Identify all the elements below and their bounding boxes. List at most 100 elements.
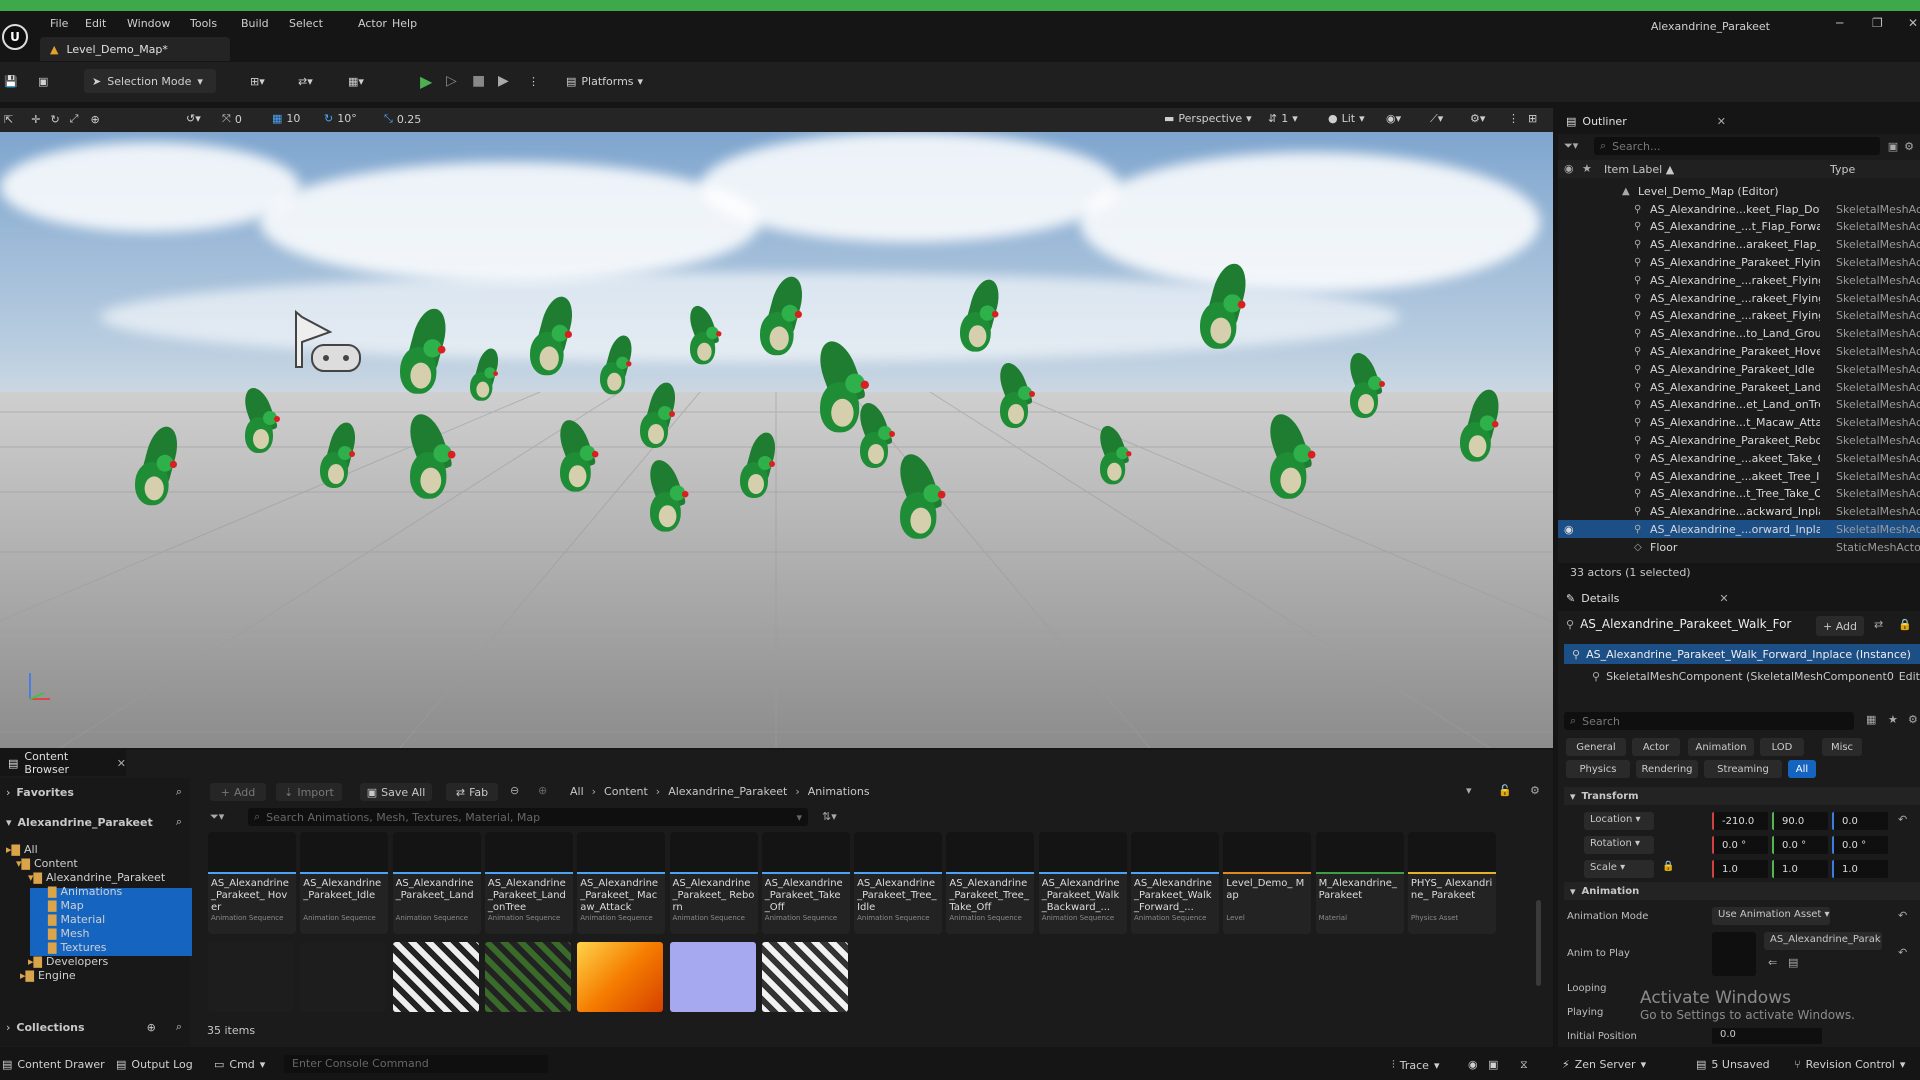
rotation-mode-dropdown[interactable]: Rotation ▾ — [1584, 836, 1654, 854]
save-icon[interactable]: 💾 — [4, 69, 18, 93]
menu-build[interactable]: Build — [241, 17, 269, 30]
grid-snap[interactable]: ▦ 10 — [272, 112, 300, 125]
filter-icon[interactable]: ⏷▾ — [1564, 139, 1594, 153]
menu-window[interactable]: Window — [127, 17, 170, 30]
reset-location-icon[interactable]: ↶ — [1898, 813, 1907, 826]
menu-file[interactable]: File — [50, 17, 68, 30]
outliner-row[interactable]: ⚲ AS_Alexandrine_...rakeet_Flying_1 Skelet… — [1558, 271, 1920, 289]
collections-header[interactable]: › Collections ⊕ ⌕ — [6, 1020, 182, 1034]
outliner-row[interactable]: ⚲ AS_Alexandrine_...rakeet_Flying_3 Skelet… — [1558, 307, 1920, 325]
filter-chip[interactable]: Physics — [1566, 760, 1630, 778]
outliner-row[interactable]: ⚲ AS_Alexandrine...arakeet_Flap_Up Skeleta… — [1558, 236, 1920, 254]
add-folder-icon[interactable]: ▣ — [1888, 140, 1898, 153]
table-view-icon[interactable]: ▦ — [1866, 713, 1876, 726]
close-icon[interactable]: ✕ — [1719, 592, 1728, 605]
outliner-row[interactable]: ⚲ AS_Alexandrine...t_Tree_Take_Off Skeleta… — [1558, 485, 1920, 503]
asset-scrollbar[interactable] — [1536, 900, 1541, 986]
col-type[interactable]: Type — [1830, 163, 1855, 176]
filter-chip[interactable]: General — [1566, 738, 1626, 756]
restore-button[interactable]: ❐ — [1872, 16, 1883, 30]
transform-tools[interactable]: ⇱ ✛ ↻ ⤢ ⊕ — [4, 112, 100, 126]
browse-asset-icon[interactable]: ⇐ — [1768, 956, 1777, 969]
rotation-field-z[interactable]: 0.0 ° — [1832, 836, 1888, 854]
outliner-row[interactable]: ⚲ AS_Alexandrine...et_Land_onTree Skeletal… — [1558, 396, 1920, 414]
path-dropdown-icon[interactable]: ▾ — [1466, 784, 1472, 797]
camera-speed[interactable]: ⇵ 1 ▾ — [1268, 112, 1298, 125]
breadcrumb-item[interactable]: Alexandrine_Parakeet — [668, 785, 787, 798]
outliner-row[interactable]: ⚲ AS_Alexandrine...to_Land_Ground Skeletal… — [1558, 325, 1920, 343]
filter-chip[interactable]: Rendering — [1636, 760, 1698, 778]
animation-section-header[interactable]: ▾ Animation — [1564, 882, 1920, 900]
texture-thumbnail[interactable] — [669, 942, 756, 1012]
play-button[interactable]: ▶ — [420, 69, 432, 93]
blueprint-icon[interactable]: ⇄▾ — [298, 69, 313, 93]
player-start-icon[interactable] — [290, 307, 370, 377]
tree-item[interactable]: ▇ Animations — [48, 885, 122, 898]
blueprint-add-icon[interactable]: ⇄ — [1874, 618, 1883, 631]
mesh-thumbnail[interactable] — [208, 942, 294, 1012]
asset-tile[interactable]: AS_Alexandrine _Parakeet_Walk _Backward_… — [1038, 832, 1127, 934]
console-input[interactable]: Enter Console Command — [284, 1055, 548, 1073]
texture-thumbnail[interactable] — [761, 942, 848, 1012]
texture-thumbnail[interactable] — [392, 942, 479, 1012]
search-icon[interactable]: ⌕ — [176, 1020, 182, 1034]
selection-mode-dropdown[interactable]: ➤ Selection Mode ▾ — [84, 69, 216, 93]
asset-tile[interactable]: AS_Alexandrine _Parakeet_Walk _Forward_.… — [1131, 832, 1219, 934]
show-flags[interactable]: ◉▾ — [1386, 112, 1401, 125]
edit-link[interactable]: Edit — [1899, 670, 1920, 683]
filter-chip[interactable]: Streaming — [1704, 760, 1782, 778]
search-icon[interactable]: ⌕ — [176, 785, 182, 799]
sort-icon[interactable]: ⇅▾ — [822, 810, 837, 823]
settings-icon[interactable]: ⚙ — [1904, 140, 1914, 153]
outliner-search-input[interactable]: ⌕ Search... — [1594, 137, 1880, 155]
move-icon[interactable]: ✛ — [31, 113, 40, 126]
outliner-row[interactable]: ⚲ AS_Alexandrine_Parakeet_Reborn SkeletalM… — [1558, 431, 1920, 449]
asset-tile[interactable]: AS_Alexandrine _Parakeet_ Hover Animation… — [208, 832, 296, 934]
add-component-button[interactable]: + Add — [1816, 616, 1864, 636]
asset-tile[interactable]: AS_Alexandrine _Parakeet_ Macaw_Attack An… — [577, 832, 666, 934]
settings-icon[interactable]: ⚙ — [1908, 713, 1918, 726]
outliner-row[interactable]: ⚲ AS_Alexandrine_...akeet_Tree_Idle Skelet… — [1558, 467, 1920, 485]
save-all-button[interactable]: ▣ Save All — [360, 783, 432, 801]
outliner-row[interactable]: ⚲ AS_Alexandrine...ackward_Inplace Skeleta… — [1558, 503, 1920, 521]
close-icon[interactable]: ✕ — [117, 757, 126, 770]
filter-chip[interactable]: Animation — [1688, 738, 1754, 756]
outliner-row[interactable]: ⚲ AS_Alexandrine...keet_Flap_Down Skeletal… — [1558, 200, 1920, 218]
step-button[interactable]: ▷ — [446, 69, 457, 93]
asset-tile[interactable]: AS_Alexandrine _Parakeet_Tree_ Idle Anima… — [854, 832, 943, 934]
rotation-field-y[interactable]: 0.0 ° — [1772, 836, 1828, 854]
tree-item[interactable]: ▾▇ Alexandrine_Parakeet — [28, 871, 165, 884]
content-drawer-button[interactable]: ▤ Content Drawer — [2, 1058, 105, 1071]
favorite-icon[interactable]: ★ — [1888, 713, 1898, 726]
outliner-row[interactable]: ◇ Floor StaticMeshActo — [1558, 538, 1920, 556]
settings-icon[interactable]: ⚙ — [1530, 784, 1540, 797]
details-search-input[interactable]: ⌕ Search — [1564, 712, 1854, 730]
tree-item[interactable]: ▇ Textures — [48, 941, 106, 954]
filter-chip[interactable]: Actor — [1632, 738, 1680, 756]
outliner-row[interactable]: ⚲ AS_Alexandrine_Parakeet_Land SkeletalMes… — [1558, 378, 1920, 396]
search-icon[interactable]: ⌕ — [176, 815, 182, 829]
scale-icon[interactable]: ⤢ — [70, 112, 79, 126]
initial-position-input[interactable]: 0.0 — [1712, 1028, 1822, 1044]
tree-item[interactable]: ▸▇ All — [6, 843, 38, 856]
location-field-z[interactable]: 0.0 — [1832, 812, 1888, 830]
view-mode-dropdown[interactable]: ● Lit ▾ — [1328, 112, 1365, 125]
back-icon[interactable]: ⊖ — [510, 784, 519, 797]
import-button[interactable]: ⇣ Import — [276, 783, 342, 801]
trace-dropdown[interactable]: ⫶ Trace ▾ — [1392, 1058, 1439, 1072]
record-icon[interactable]: ◉ — [1468, 1058, 1478, 1071]
eject-button[interactable]: ▶ — [498, 69, 509, 93]
outliner-row[interactable]: ⚲ AS_Alexandrine...t_Macaw_Attack Skeletal… — [1558, 414, 1920, 432]
content-browser-tab[interactable]: ▤ Content Browser ✕ — [0, 750, 126, 776]
outliner-row[interactable]: ⚲ AS_Alexandrine_Parakeet_Idle SkeletalMes… — [1558, 360, 1920, 378]
menu-tools[interactable]: Tools — [190, 17, 217, 30]
outliner-row[interactable]: ◉ ⚲ AS_Alexandrine_...orward_Inplace Skelet… — [1558, 520, 1920, 539]
tree-item[interactable]: ▇ Material — [48, 913, 105, 926]
component-row[interactable]: ⚲ SkeletalMeshComponent (SkeletalMeshCom… — [1592, 667, 1920, 685]
skeleton-thumbnail[interactable] — [300, 942, 387, 1012]
fab-button[interactable]: ⇄ Fab — [446, 783, 498, 801]
scale-field-x[interactable]: 1.0 — [1712, 860, 1768, 878]
asset-search-input[interactable]: ⌕ Search Animations, Mesh, Textures, Mat… — [248, 808, 808, 826]
menu-actor[interactable]: Actor — [358, 17, 387, 30]
find-asset-icon[interactable]: ▤ — [1788, 956, 1798, 969]
